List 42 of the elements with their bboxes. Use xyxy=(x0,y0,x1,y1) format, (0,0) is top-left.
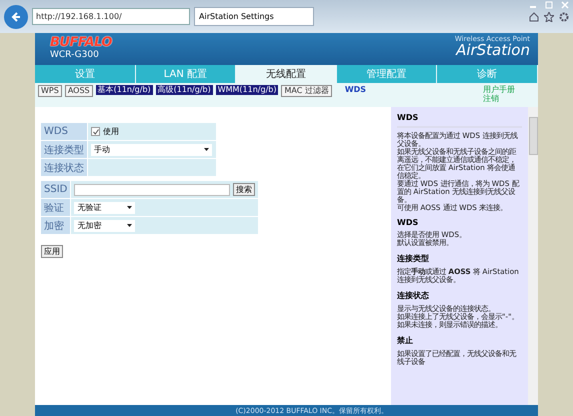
subnav-button[interactable]: WDS xyxy=(342,85,368,95)
check-icon xyxy=(92,128,98,134)
back-button[interactable] xyxy=(4,4,28,28)
ssid-field[interactable] xyxy=(74,184,230,196)
field-label: 验证 xyxy=(41,199,70,216)
logo: BUFFALO xyxy=(50,35,112,50)
browser-tab[interactable]: AirStation Settings xyxy=(194,7,314,26)
star-icon[interactable] xyxy=(544,12,554,22)
subnav-button[interactable]: 基本(11n/g/b) xyxy=(96,85,153,95)
dropdown[interactable]: 无加密 xyxy=(74,220,136,232)
help-heading: 连接状态 xyxy=(397,290,430,301)
field-label: 连接状态 xyxy=(41,159,87,176)
model-name: WCR-G300 xyxy=(50,50,100,60)
dropdown[interactable]: 无验证 xyxy=(74,202,136,214)
subnav-button[interactable]: 高级(11n/g/b) xyxy=(156,85,213,95)
nav-tab[interactable]: 无线配置 xyxy=(236,65,337,83)
dropdown[interactable]: 手动 xyxy=(91,144,212,156)
settings-icon[interactable] xyxy=(559,12,569,22)
checkbox[interactable] xyxy=(91,127,100,136)
help-heading: WDS xyxy=(397,113,420,122)
help-heading: WDS xyxy=(397,218,420,227)
field-label: WDS xyxy=(41,123,87,140)
subnav-button[interactable]: WPS xyxy=(38,85,62,97)
caret-icon xyxy=(127,224,132,227)
subnav-button[interactable]: AOSS xyxy=(64,85,93,97)
field-label: SSID xyxy=(41,181,70,198)
back-arrow-icon xyxy=(10,10,22,22)
subnav-button[interactable]: WMM(11n/g/b) xyxy=(216,85,278,95)
home-icon[interactable] xyxy=(529,12,539,22)
caret-icon xyxy=(204,148,209,151)
help-heading: 连接类型 xyxy=(397,253,430,264)
address-bar[interactable]: http://192.168.1.100/ xyxy=(32,8,190,25)
field-label: 连接类型 xyxy=(41,141,87,158)
apply-button[interactable]: 应用 xyxy=(41,245,63,258)
caret-icon xyxy=(127,206,132,209)
field-label: 加密 xyxy=(41,217,70,234)
subnav-button[interactable]: MAC 过滤器 xyxy=(281,85,332,97)
help-heading: 禁止 xyxy=(397,335,414,346)
scrollbar[interactable] xyxy=(528,107,538,405)
checkbox-label: 使用 xyxy=(103,126,119,137)
search-button[interactable]: 搜索 xyxy=(233,183,255,196)
product-name: AirStation xyxy=(456,43,530,58)
